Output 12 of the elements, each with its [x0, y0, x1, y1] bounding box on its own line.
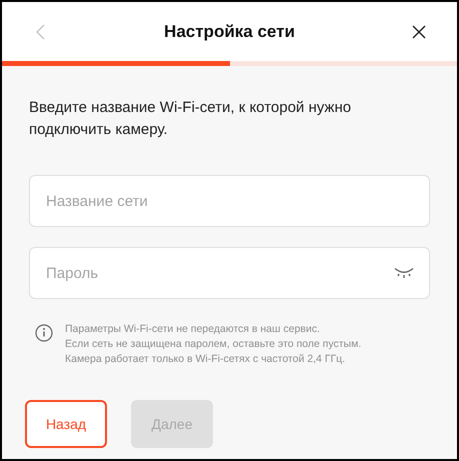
- password-field[interactable]: Пароль: [29, 247, 430, 299]
- close-icon: [412, 24, 426, 38]
- back-button[interactable]: Назад: [25, 400, 107, 448]
- input-field[interactable]: Название сети: [29, 175, 430, 227]
- info-text: Если сеть не защищена паролем, оставьте это поле пустым.: [65, 337, 362, 352]
- window-title: Настройка сети: [163, 20, 296, 43]
- info-icon: [35, 324, 53, 342]
- info-text: Параметры Wi-Fi-сети не передаются в наш сервис.: [65, 322, 321, 337]
- closed-eye-icon[interactable]: [394, 267, 414, 279]
- info-text: Камера работает только в Wi-Fi-сетях с частотой 2,4 ГГц.: [65, 352, 346, 367]
- instruction-text: Введите название Wi-Fi-сети, к которой нужно подключить камеру.: [29, 98, 352, 140]
- chevron-left-icon: [35, 24, 45, 40]
